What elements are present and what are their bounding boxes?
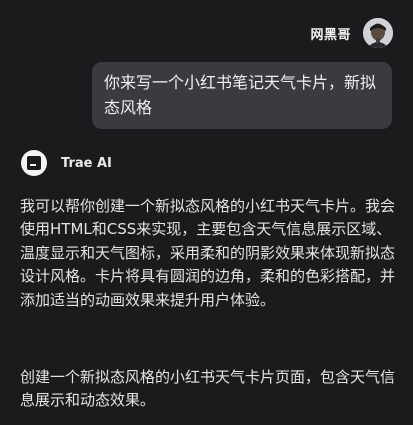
user-header: 网黑哥 bbox=[310, 18, 393, 48]
ai-response-paragraph: 创建一个新拟态风格的小红书天气卡片页面，包含天气信息展示和动态效果。 bbox=[20, 368, 396, 410]
ai-name: Trae AI bbox=[61, 155, 112, 171]
user-message-text: 你来写一个小红书笔记天气卡片，新拟态风格 bbox=[104, 73, 377, 117]
user-avatar[interactable] bbox=[363, 18, 393, 48]
avatar-portrait-icon bbox=[363, 18, 393, 48]
user-message-bubble: 你来写一个小红书笔记天气卡片，新拟态风格 bbox=[92, 62, 392, 129]
ai-header: Trae AI bbox=[21, 150, 112, 176]
trae-logo-icon bbox=[21, 150, 47, 176]
ai-response-paragraph: 我可以帮你创建一个新拟态风格的小红书天气卡片。我会使用HTML和CSS来实现，主… bbox=[20, 197, 396, 309]
user-name: 网黑哥 bbox=[310, 27, 351, 43]
